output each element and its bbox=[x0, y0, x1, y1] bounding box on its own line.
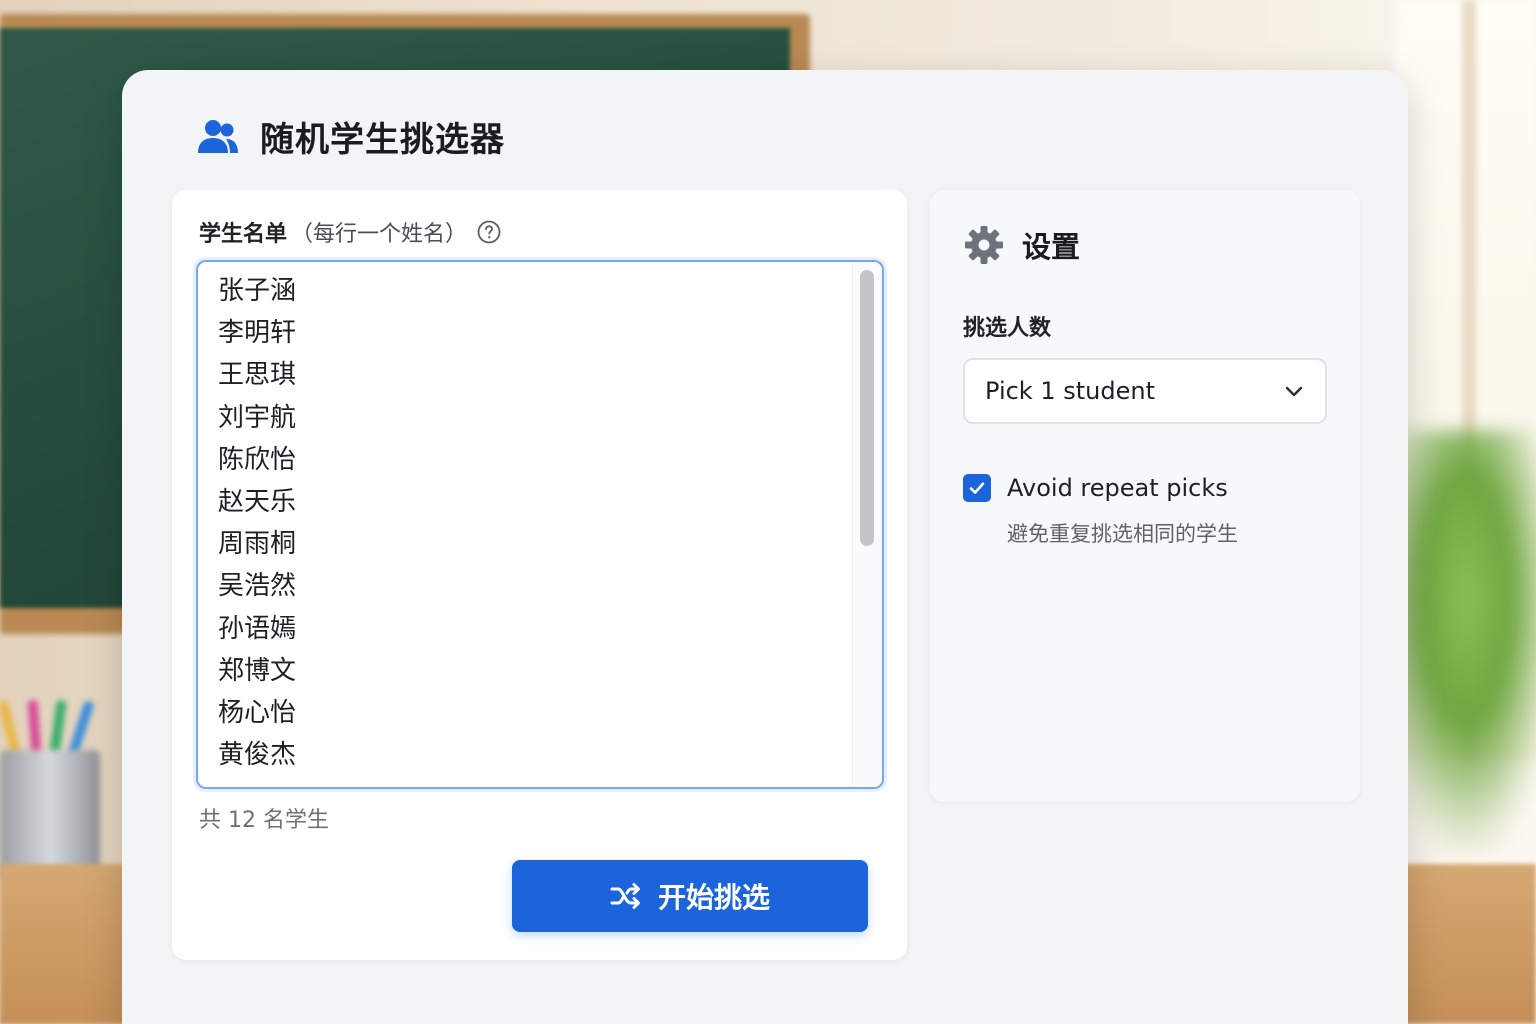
student-name-line: 吴浩然 bbox=[218, 571, 297, 602]
student-name-line: 张子涵 bbox=[218, 276, 297, 306]
start-pick-button-label: 开始挑选 bbox=[657, 882, 770, 913]
checkmark-icon bbox=[969, 482, 985, 494]
settings-title: 设置 bbox=[1022, 230, 1081, 264]
student-list-label-hint: （每行一个姓名） bbox=[291, 222, 468, 247]
pick-count-value: Pick 1 student bbox=[985, 377, 1155, 405]
shuffle-icon bbox=[610, 883, 640, 909]
users-icon bbox=[198, 119, 238, 153]
student-list-header: 学生名单 （每行一个姓名） bbox=[199, 216, 501, 248]
settings-header: 设置 bbox=[964, 224, 1080, 266]
settings-panel: 设置 挑选人数 Pick 1 student Avoid repeat pick… bbox=[930, 190, 1360, 802]
app-window: 随机学生挑选器 学生名单 （每行一个姓名） 张子涵 李明轩 王思琪 刘宇航 陈欣… bbox=[122, 70, 1408, 1024]
student-name-line: 赵天乐 bbox=[218, 486, 297, 517]
student-name-line: 陈欣怡 bbox=[218, 444, 297, 475]
student-name-line: 杨心怡 bbox=[218, 697, 297, 728]
avoid-repeat-checkbox[interactable] bbox=[963, 474, 991, 502]
page-title: 随机学生挑选器 bbox=[260, 120, 505, 160]
chevron-down-icon bbox=[1285, 386, 1303, 397]
student-name-line: 黄俊杰 bbox=[218, 740, 297, 771]
student-name-line: 王思琪 bbox=[218, 360, 297, 391]
scrollbar-thumb[interactable] bbox=[860, 270, 874, 546]
title-bar: 随机学生挑选器 bbox=[196, 112, 505, 161]
student-list-panel: 学生名单 （每行一个姓名） 张子涵 李明轩 王思琪 刘宇航 陈欣怡 赵天乐 周雨… bbox=[172, 190, 907, 960]
student-name-line: 李明轩 bbox=[218, 318, 297, 349]
avoid-repeat-option[interactable]: Avoid repeat picks bbox=[963, 474, 1228, 502]
student-names-textarea[interactable]: 张子涵 李明轩 王思琪 刘宇航 陈欣怡 赵天乐 周雨桐 吴浩然 孙语嫣 郑博文 … bbox=[196, 260, 884, 789]
student-count: 共 12 名学生 bbox=[199, 808, 329, 833]
textarea-scrollbar[interactable] bbox=[852, 262, 882, 787]
student-name-line: 刘宇航 bbox=[218, 402, 297, 433]
start-pick-button[interactable]: 开始挑选 bbox=[512, 860, 868, 932]
student-name-line: 孙语嫣 bbox=[218, 613, 297, 644]
pick-count-label: 挑选人数 bbox=[963, 316, 1052, 341]
pick-count-select[interactable]: Pick 1 student bbox=[963, 358, 1327, 424]
student-name-line: 周雨桐 bbox=[218, 529, 297, 560]
avoid-repeat-label: Avoid repeat picks bbox=[1007, 474, 1228, 502]
help-circle-icon[interactable] bbox=[477, 220, 501, 244]
pen-cup bbox=[0, 750, 100, 880]
student-list-label: 学生名单 bbox=[199, 222, 288, 247]
student-name-line: 郑博文 bbox=[218, 655, 297, 686]
avoid-repeat-hint: 避免重复挑选相同的学生 bbox=[1007, 522, 1238, 546]
gear-icon bbox=[965, 226, 1003, 264]
student-name-list: 张子涵 李明轩 王思琪 刘宇航 陈欣怡 赵天乐 周雨桐 吴浩然 孙语嫣 郑博文 … bbox=[218, 270, 296, 776]
